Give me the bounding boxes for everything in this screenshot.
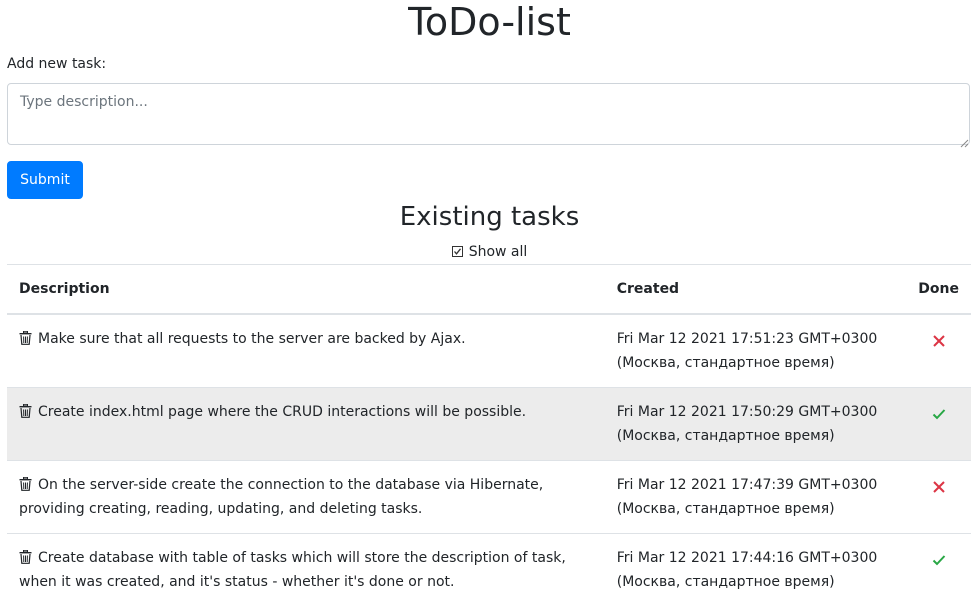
task-description: On the server-side create the connection… [19,477,544,517]
table-row: Make sure that all requests to the serve… [7,313,971,388]
task-created: Fri Mar 12 2021 17:44:16 GMT+0300 (Москв… [604,533,907,606]
show-all-checkbox[interactable] [451,246,463,257]
check-icon[interactable] [932,551,946,566]
table-header-row: Description Created Done [7,264,971,315]
page-title: ToDo-list [408,0,571,44]
table-row: Create index.html page where the CRUD in… [7,387,971,461]
task-description-cell: Create database with table of tasks whic… [7,533,605,606]
task-done-cell[interactable] [906,460,971,534]
page: ToDo-list Add new task: Submit Existing … [0,0,979,615]
task-done-cell[interactable] [906,387,971,461]
task-description: Create index.html page where the CRUD in… [38,404,527,420]
task-description-cell: Create index.html page where the CRUD in… [7,387,605,461]
check-icon[interactable] [932,405,946,420]
task-created: Fri Mar 12 2021 17:50:29 GMT+0300 (Москв… [604,387,907,461]
header-done: Done [906,264,971,315]
table-row: Create database with table of tasks whic… [7,533,971,606]
show-all-label: Show all [468,244,528,260]
task-description-cell: Make sure that all requests to the serve… [7,313,605,388]
task-description: Make sure that all requests to the serve… [38,331,466,347]
trash-icon[interactable] [19,548,32,564]
existing-tasks-title: Existing tasks [399,202,580,232]
task-description-input[interactable] [7,83,970,145]
trash-icon[interactable] [19,475,32,491]
table-row: On the server-side create the connection… [7,460,971,534]
task-description: Create database with table of tasks whic… [19,550,566,590]
submit-button[interactable]: Submit [7,161,83,199]
task-created: Fri Mar 12 2021 17:47:39 GMT+0300 (Москв… [604,460,907,534]
resize-grip-icon[interactable] [959,133,969,148]
task-description-cell: On the server-side create the connection… [7,460,605,534]
header-description: Description [7,264,605,315]
header-created: Created [604,264,907,315]
trash-icon[interactable] [19,402,32,418]
show-all-toggle[interactable]: Show all [0,242,979,262]
task-done-cell[interactable] [906,313,971,388]
x-icon[interactable] [932,332,946,347]
trash-icon[interactable] [19,329,32,345]
add-task-label: Add new task: [7,56,107,72]
task-done-cell[interactable] [906,533,971,606]
task-created: Fri Mar 12 2021 17:51:23 GMT+0300 (Москв… [604,313,907,388]
x-icon[interactable] [932,478,946,493]
tasks-table: Description Created Done Make sure that … [7,264,971,606]
